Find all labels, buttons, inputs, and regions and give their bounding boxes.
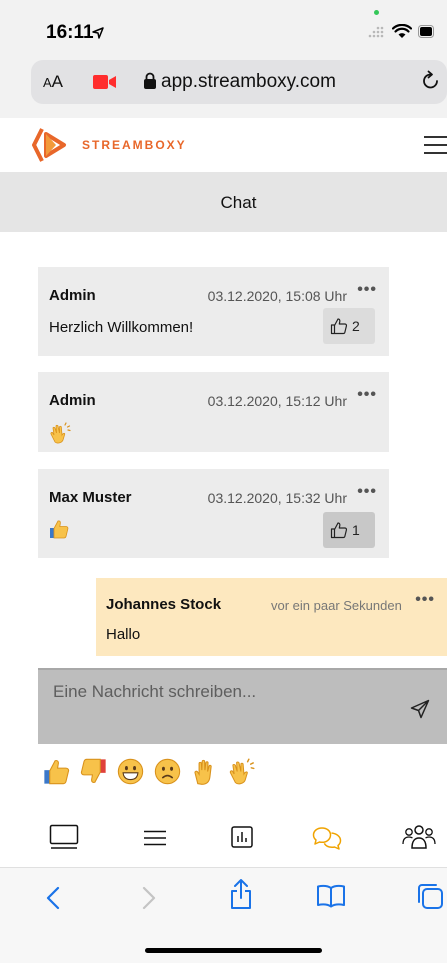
- message-author: Johannes Stock: [106, 596, 222, 613]
- chat-message-list[interactable]: Admin 03.12.2020, 15:08 Uhr ••• Herzlich…: [0, 232, 447, 668]
- browser-toolbar: [0, 868, 447, 963]
- site-header: STREAMBOXY: [0, 118, 447, 172]
- like-button[interactable]: 1: [323, 512, 375, 548]
- message-time: vor ein paar Sekunden: [271, 598, 402, 613]
- participants-icon[interactable]: [402, 824, 436, 850]
- chat-message: Admin 03.12.2020, 15:08 Uhr ••• Herzlich…: [38, 267, 389, 356]
- message-author: Max Muster: [49, 489, 132, 506]
- thumbs-up-emoji-icon: [50, 520, 69, 539]
- message-author: Admin: [49, 287, 96, 304]
- like-count: 2: [352, 318, 360, 334]
- app-tab-bar: [0, 812, 447, 868]
- battery-icon: [418, 25, 434, 38]
- screen-icon[interactable]: [49, 824, 79, 850]
- chat-icon[interactable]: [312, 826, 342, 850]
- message-time: 03.12.2020, 15:08 Uhr: [207, 288, 347, 304]
- mobile-browser: 16:11 AA app.streamboxy.com STREAMBOXY C…: [0, 0, 447, 963]
- raised-hand-icon[interactable]: [191, 758, 218, 785]
- browser-address-area: AA app.streamboxy.com: [0, 58, 447, 118]
- message-more-button[interactable]: •••: [415, 591, 435, 609]
- location-arrow-icon: [92, 27, 104, 39]
- message-composer: [38, 668, 447, 744]
- streamboxy-logo-icon: [32, 128, 66, 162]
- address-bar[interactable]: AA app.streamboxy.com: [31, 60, 447, 104]
- message-input[interactable]: [53, 682, 393, 702]
- thumbs-up-icon[interactable]: [43, 758, 70, 785]
- chat-message: Admin 03.12.2020, 15:12 Uhr •••: [38, 372, 389, 452]
- message-more-button[interactable]: •••: [357, 386, 377, 404]
- bookmarks-icon[interactable]: [316, 884, 346, 908]
- home-indicator: [145, 948, 322, 953]
- status-icons: [368, 24, 434, 39]
- url-text[interactable]: app.streamboxy.com: [161, 71, 336, 93]
- chat-header: Chat: [0, 172, 447, 232]
- message-time: 03.12.2020, 15:12 Uhr: [207, 393, 347, 409]
- emoji-quick-bar: [43, 758, 255, 785]
- message-author: Admin: [49, 392, 96, 409]
- text-size-button[interactable]: AA: [43, 72, 63, 92]
- back-icon[interactable]: [46, 886, 60, 910]
- poll-icon[interactable]: [231, 826, 253, 848]
- tabs-icon[interactable]: [416, 882, 444, 910]
- like-count: 1: [352, 522, 360, 538]
- status-time: 16:11: [46, 22, 94, 43]
- chat-title: Chat: [220, 193, 257, 212]
- message-more-button[interactable]: •••: [357, 483, 377, 501]
- brand-name: STREAMBOXY: [82, 138, 187, 152]
- hamburger-icon: [424, 136, 447, 138]
- message-text: Hallo: [106, 626, 141, 643]
- share-icon[interactable]: [229, 878, 253, 910]
- grinning-face-icon[interactable]: [117, 758, 144, 785]
- forward-icon[interactable]: [142, 886, 156, 910]
- thumbs-up-outline-icon: [330, 522, 348, 539]
- frowning-face-icon[interactable]: [154, 758, 181, 785]
- reload-icon[interactable]: [421, 70, 441, 92]
- thumbs-up-outline-icon: [330, 318, 348, 335]
- chat-message: Max Muster 03.12.2020, 15:32 Uhr ••• 1: [38, 469, 389, 558]
- clapping-hands-icon[interactable]: [228, 758, 255, 785]
- own-chat-message: Johannes Stock vor ein paar Sekunden •••…: [96, 578, 447, 656]
- agenda-icon[interactable]: [143, 830, 167, 846]
- wifi-icon: [392, 24, 412, 38]
- camera-recording-icon[interactable]: [93, 74, 117, 90]
- clapping-hands-icon: [50, 422, 71, 444]
- message-more-button[interactable]: •••: [357, 281, 377, 299]
- signal-icon: [368, 26, 384, 37]
- like-button[interactable]: 2: [323, 308, 375, 344]
- lock-icon: [144, 72, 156, 89]
- hamburger-menu-button[interactable]: [424, 136, 447, 156]
- message-time: 03.12.2020, 15:32 Uhr: [207, 490, 347, 506]
- message-text: Herzlich Willkommen!: [49, 319, 194, 336]
- send-icon[interactable]: [410, 699, 430, 719]
- mic-indicator-dot: [374, 10, 379, 15]
- thumbs-down-icon[interactable]: [80, 758, 107, 785]
- status-bar: 16:11: [0, 0, 447, 58]
